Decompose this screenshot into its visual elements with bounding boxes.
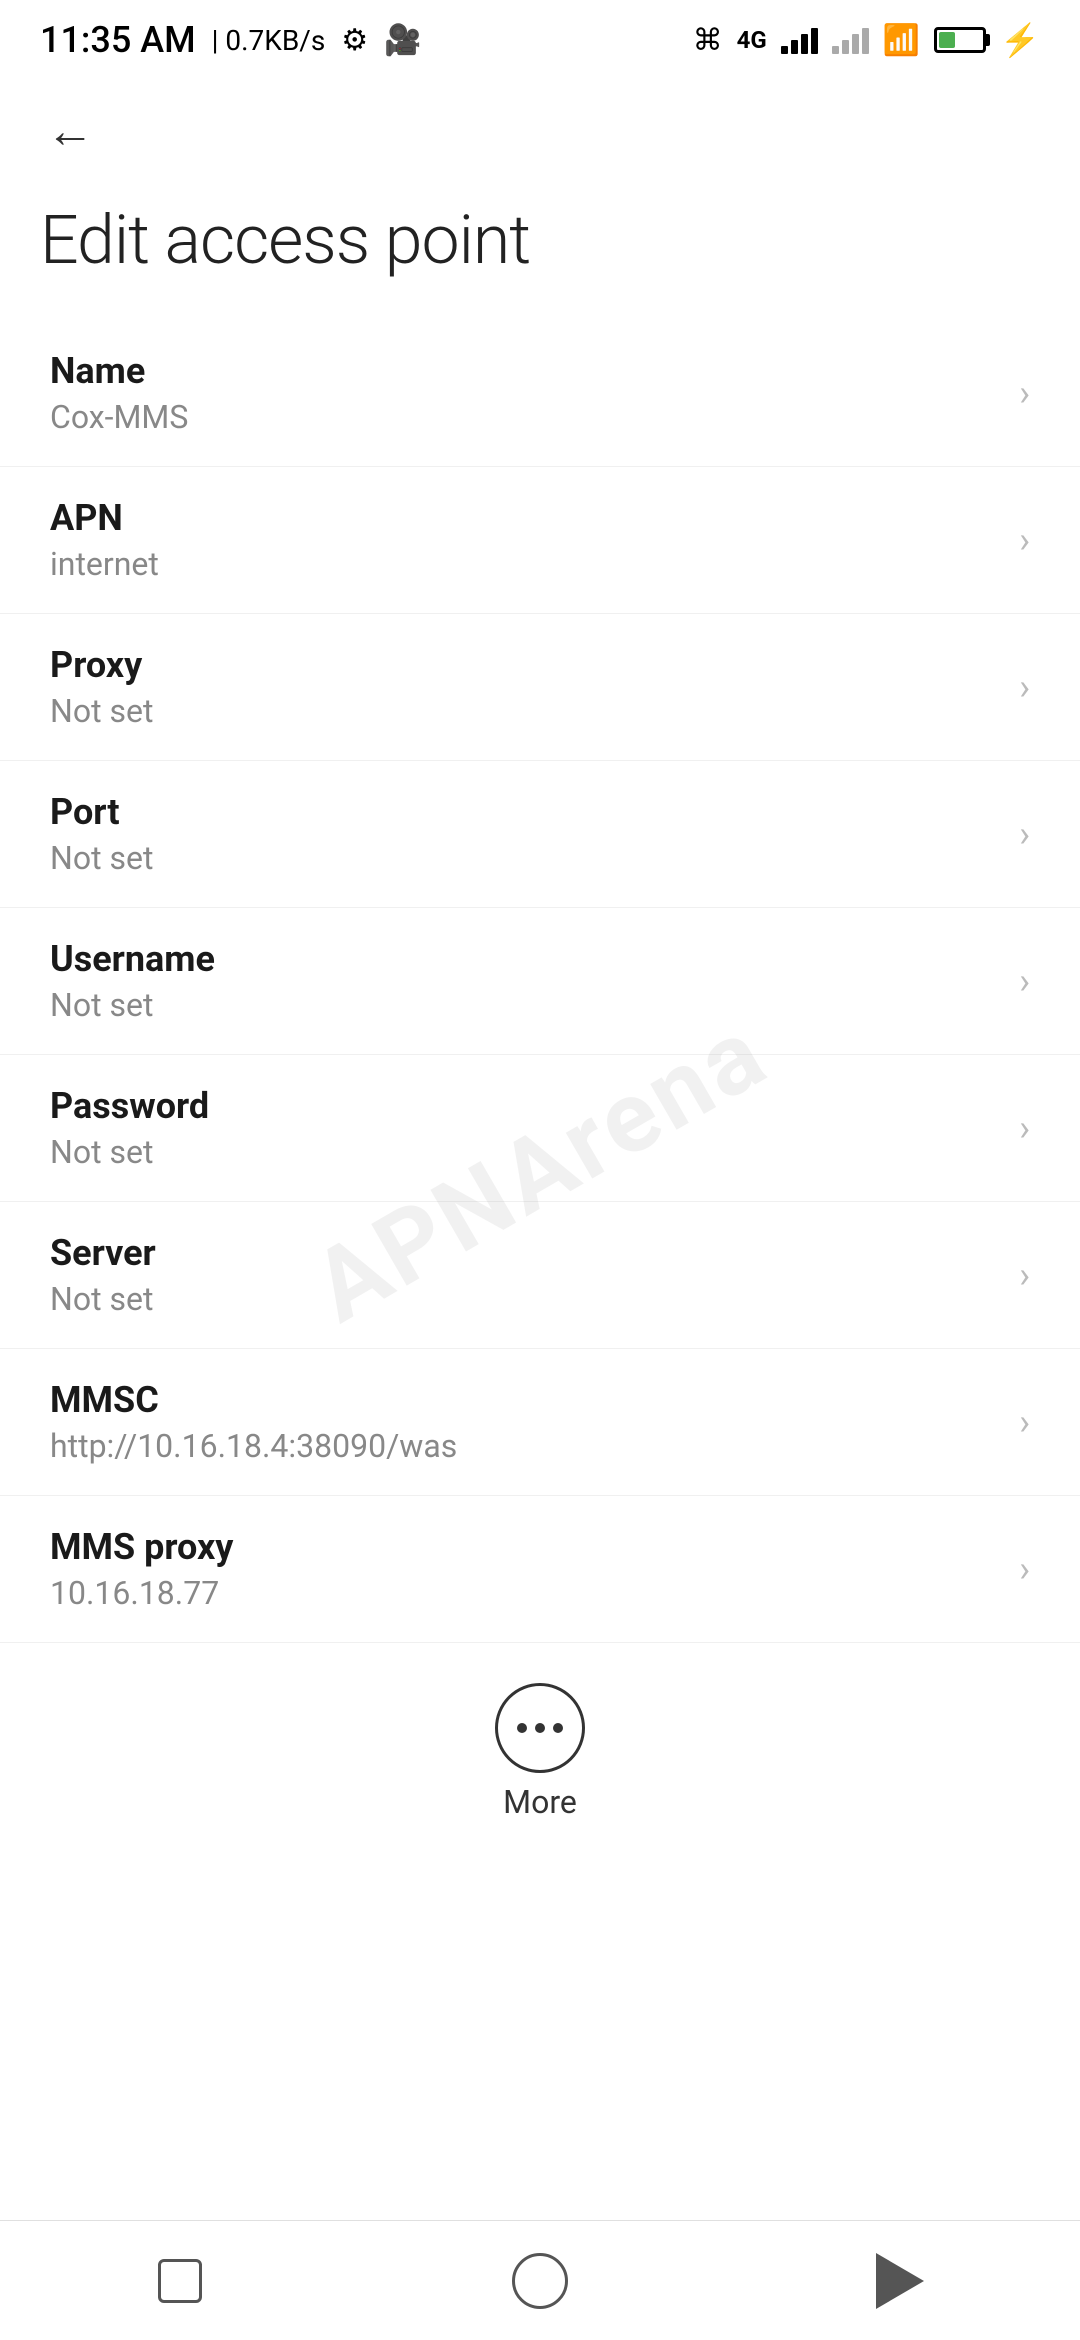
recents-button[interactable] — [860, 2241, 940, 2321]
settings-item-label: Name — [50, 350, 999, 392]
bluetooth-icon: ⌘ — [693, 23, 723, 58]
status-bar: 11:35 AM | 0.7KB/s ⚙ 🎥 ⌘ 4G 📶 ⚡ — [0, 0, 1080, 80]
more-label: More — [503, 1783, 577, 1821]
status-right: ⌘ 4G 📶 ⚡ — [693, 21, 1040, 59]
bar1 — [781, 46, 788, 54]
page-title-section: Edit access point — [0, 180, 1080, 320]
more-dots-icon — [517, 1723, 563, 1733]
settings-item-mms-proxy[interactable]: MMS proxy 10.16.18.77 › — [0, 1496, 1080, 1643]
battery-box — [934, 27, 986, 53]
settings-list: Name Cox-MMS › APN internet › Proxy Not … — [0, 320, 1080, 1643]
status-left: 11:35 AM | 0.7KB/s ⚙ 🎥 — [40, 19, 422, 61]
battery-fill — [939, 32, 955, 48]
settings-item-value: Not set — [50, 1280, 999, 1318]
home-button[interactable] — [140, 2241, 220, 2321]
dot3 — [553, 1723, 563, 1733]
chevron-right-icon: › — [1019, 1107, 1030, 1149]
bar2 — [842, 40, 849, 54]
circle-icon — [512, 2253, 568, 2309]
settings-item-label: MMS proxy — [50, 1526, 999, 1568]
settings-item-label: Port — [50, 791, 999, 833]
network-4g-label: 4G — [737, 26, 767, 54]
lightning-icon: ⚡ — [1000, 21, 1040, 59]
settings-item-label: Proxy — [50, 644, 999, 686]
bar3 — [852, 34, 859, 54]
settings-item-content: Username Not set — [50, 938, 999, 1024]
settings-item-proxy[interactable]: Proxy Not set › — [0, 614, 1080, 761]
chevron-right-icon: › — [1019, 813, 1030, 855]
more-section: More — [0, 1643, 1080, 1851]
bar4 — [862, 28, 869, 54]
battery-indicator — [934, 27, 986, 53]
page-title: Edit access point — [40, 200, 530, 280]
settings-item-content: MMSC http://10.16.18.4:38090/was — [50, 1379, 999, 1465]
settings-item-value: Not set — [50, 839, 999, 877]
settings-item-label: APN — [50, 497, 999, 539]
settings-item-content: Port Not set — [50, 791, 999, 877]
status-speed: | 0.7KB/s — [212, 24, 326, 57]
settings-item-label: Server — [50, 1232, 999, 1274]
settings-item-value: Not set — [50, 692, 999, 730]
chevron-right-icon: › — [1019, 666, 1030, 708]
settings-item-content: MMS proxy 10.16.18.77 — [50, 1526, 999, 1612]
chevron-right-icon: › — [1019, 372, 1030, 414]
settings-item-server[interactable]: Server Not set › — [0, 1202, 1080, 1349]
bar1 — [832, 46, 839, 54]
chevron-right-icon: › — [1019, 519, 1030, 561]
dot2 — [535, 1723, 545, 1733]
settings-item-password[interactable]: Password Not set › — [0, 1055, 1080, 1202]
settings-item-value: Cox-MMS — [50, 398, 999, 436]
square-icon — [158, 2259, 202, 2303]
signal-bars-1 — [781, 26, 818, 54]
back-arrow-icon: ← — [46, 102, 94, 159]
settings-icon: ⚙ — [341, 23, 368, 58]
dot1 — [517, 1723, 527, 1733]
settings-item-content: APN internet — [50, 497, 999, 583]
more-button[interactable] — [495, 1683, 585, 1773]
top-nav: ← — [0, 80, 1080, 180]
settings-item-port[interactable]: Port Not set › — [0, 761, 1080, 908]
settings-item-name[interactable]: Name Cox-MMS › — [0, 320, 1080, 467]
settings-item-value: http://10.16.18.4:38090/was — [50, 1427, 999, 1465]
chevron-right-icon: › — [1019, 1254, 1030, 1296]
chevron-right-icon: › — [1019, 1548, 1030, 1590]
bar3 — [801, 34, 808, 54]
settings-item-value: Not set — [50, 986, 999, 1024]
chevron-right-icon: › — [1019, 960, 1030, 1002]
chevron-right-icon: › — [1019, 1401, 1030, 1443]
settings-item-label: Password — [50, 1085, 999, 1127]
settings-item-value: internet — [50, 545, 999, 583]
wifi-icon: 📶 — [883, 23, 920, 58]
triangle-icon — [876, 2253, 924, 2309]
status-time: 11:35 AM — [40, 19, 196, 61]
settings-item-content: Password Not set — [50, 1085, 999, 1171]
bar4 — [811, 28, 818, 54]
settings-item-content: Proxy Not set — [50, 644, 999, 730]
settings-item-value: Not set — [50, 1133, 999, 1171]
back-nav-button[interactable] — [500, 2241, 580, 2321]
navigation-bar — [0, 2220, 1080, 2340]
settings-item-label: Username — [50, 938, 999, 980]
settings-item-value: 10.16.18.77 — [50, 1574, 999, 1612]
settings-item-content: Server Not set — [50, 1232, 999, 1318]
settings-item-mmsc[interactable]: MMSC http://10.16.18.4:38090/was › — [0, 1349, 1080, 1496]
camera-icon: 🎥 — [384, 23, 421, 58]
signal-bars-2 — [832, 26, 869, 54]
bar2 — [791, 40, 798, 54]
settings-item-username[interactable]: Username Not set › — [0, 908, 1080, 1055]
settings-item-label: MMSC — [50, 1379, 999, 1421]
settings-item-content: Name Cox-MMS — [50, 350, 999, 436]
settings-item-apn[interactable]: APN internet › — [0, 467, 1080, 614]
back-button[interactable]: ← — [40, 100, 100, 160]
